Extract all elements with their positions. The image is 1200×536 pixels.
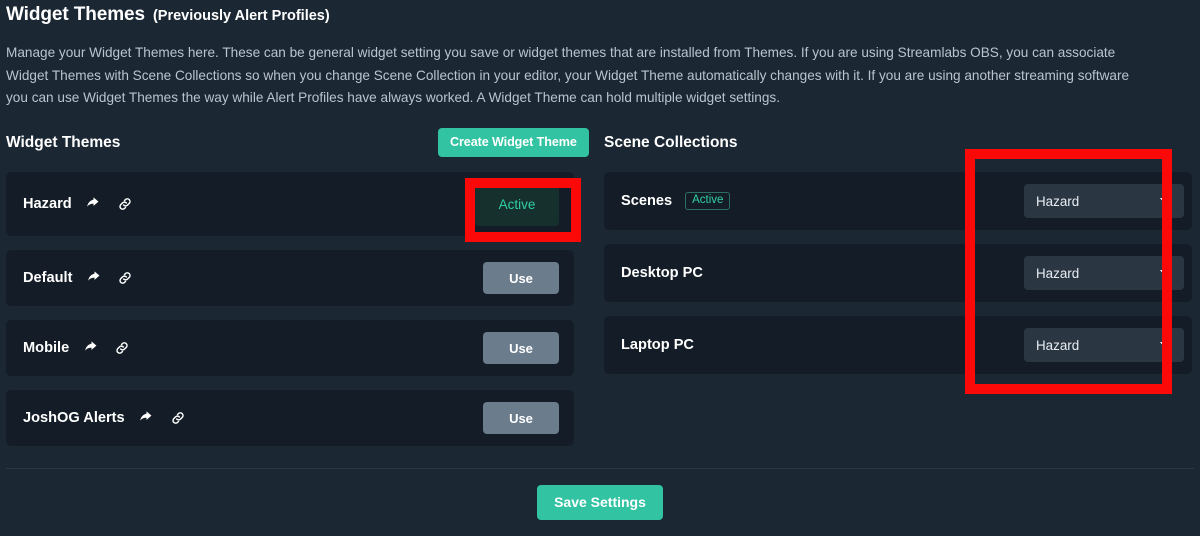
link-icon[interactable] <box>116 269 134 287</box>
scene-collection-row[interactable]: Scenes Active Hazard <box>604 172 1192 230</box>
widget-theme-row-left: Default <box>6 269 134 287</box>
widget-themes-page: Widget Themes (Previously Alert Profiles… <box>0 0 1200 536</box>
widget-theme-row[interactable]: Default Use <box>6 250 574 306</box>
scene-collections-column: Scene Collections Scenes Active Hazard D… <box>600 128 1200 460</box>
widget-themes-column: Widget Themes Create Widget Theme Hazard <box>0 128 600 460</box>
widget-theme-name: Mobile <box>23 340 70 356</box>
scene-collections-section-title: Scene Collections <box>604 134 738 151</box>
theme-select[interactable]: Hazard <box>1024 184 1184 218</box>
link-icon[interactable] <box>113 339 131 357</box>
widget-theme-row-action: Use <box>483 262 559 294</box>
share-icon[interactable] <box>85 195 103 213</box>
share-icon[interactable] <box>138 409 156 427</box>
page-title: Widget Themes (Previously Alert Profiles… <box>6 4 1190 26</box>
scene-collections-list: Scenes Active Hazard Desktop PC Hazard L… <box>604 172 1200 374</box>
theme-select[interactable]: Hazard <box>1024 328 1184 362</box>
theme-select-value: Hazard <box>1036 265 1080 281</box>
scene-collection-row[interactable]: Desktop PC Hazard <box>604 244 1192 302</box>
scene-collection-name: Desktop PC <box>621 265 703 281</box>
use-button[interactable]: Use <box>483 262 559 294</box>
create-widget-theme-button[interactable]: Create Widget Theme <box>438 128 589 157</box>
link-icon[interactable] <box>169 409 187 427</box>
widget-theme-row-action: Active <box>475 182 559 226</box>
widget-themes-section-title: Widget Themes <box>6 134 121 151</box>
scene-collection-row-left: Laptop PC <box>604 337 694 353</box>
theme-select-value: Hazard <box>1036 193 1080 209</box>
chevron-down-icon <box>1160 270 1170 276</box>
status-badge: Active <box>685 191 731 211</box>
widget-theme-row-left: JoshOG Alerts <box>6 409 187 427</box>
widget-theme-row-action: Use <box>483 402 559 434</box>
widget-theme-row[interactable]: Mobile Use <box>6 320 574 376</box>
use-button[interactable]: Use <box>483 332 559 364</box>
widget-theme-name: Hazard <box>23 196 72 212</box>
content-columns: Widget Themes Create Widget Theme Hazard <box>0 128 1200 460</box>
theme-select-value: Hazard <box>1036 337 1080 353</box>
share-icon[interactable] <box>82 339 100 357</box>
widget-theme-name: JoshOG Alerts <box>23 410 125 426</box>
scene-collection-row[interactable]: Laptop PC Hazard <box>604 316 1192 374</box>
save-settings-button[interactable]: Save Settings <box>537 485 663 520</box>
widget-theme-row-action: Use <box>483 332 559 364</box>
widget-theme-row[interactable]: Hazard Active <box>6 172 574 236</box>
widget-theme-name: Default <box>23 270 73 286</box>
scene-collection-row-left: Scenes Active <box>604 191 731 211</box>
widget-themes-header: Widget Themes Create Widget Theme <box>6 128 600 158</box>
widget-theme-row[interactable]: JoshOG Alerts Use <box>6 390 574 446</box>
widget-themes-list: Hazard Active Default Use Mobile Use Jos… <box>6 172 600 446</box>
use-button[interactable]: Use <box>483 402 559 434</box>
page-footer: Save Settings <box>0 485 1200 520</box>
page-title-main: Widget Themes <box>6 4 145 25</box>
page-title-subtitle: (Previously Alert Profiles) <box>152 8 330 24</box>
scene-collection-name: Laptop PC <box>621 337 694 353</box>
scene-collection-name: Scenes <box>621 193 673 209</box>
link-icon[interactable] <box>116 195 134 213</box>
footer-divider <box>6 468 1194 469</box>
chevron-down-icon <box>1160 342 1170 348</box>
share-icon[interactable] <box>85 269 103 287</box>
active-button[interactable]: Active <box>475 182 559 226</box>
page-description: Manage your Widget Themes here. These ca… <box>6 45 1130 105</box>
theme-select[interactable]: Hazard <box>1024 256 1184 290</box>
widget-theme-row-left: Hazard <box>6 195 134 213</box>
page-header: Widget Themes (Previously Alert Profiles… <box>6 4 1190 110</box>
scene-collections-header: Scene Collections <box>604 128 1200 158</box>
scene-collection-row-left: Desktop PC <box>604 265 703 281</box>
widget-theme-row-left: Mobile <box>6 339 131 357</box>
chevron-down-icon <box>1160 198 1170 204</box>
